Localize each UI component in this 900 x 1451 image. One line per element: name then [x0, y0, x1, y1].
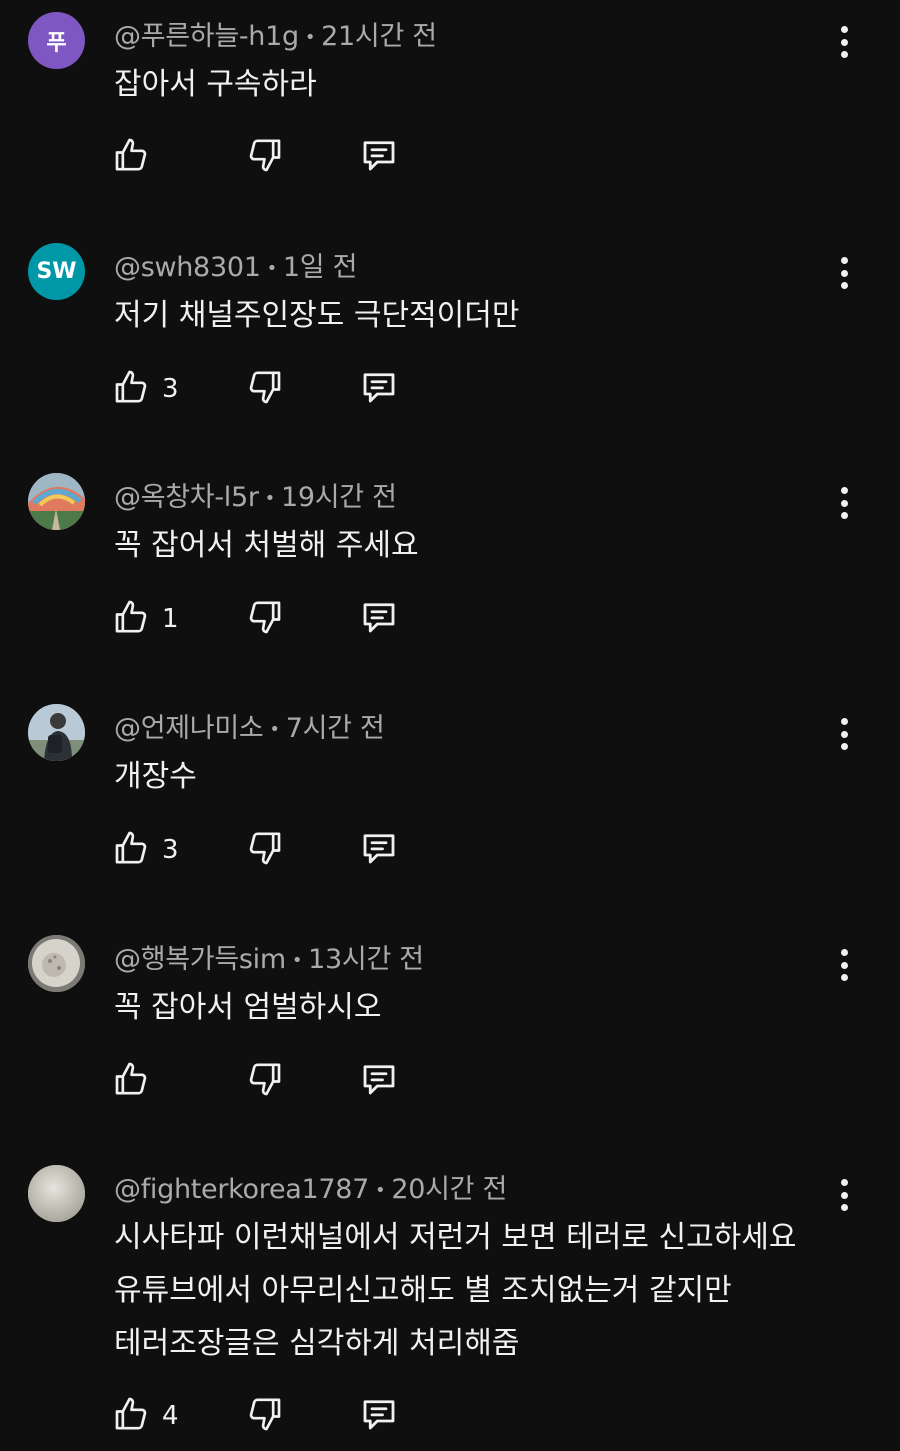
comment-line: 유튜브에서 아무리신고해도 별 조치없는거 같지만 — [114, 1273, 732, 1308]
thumbs-up-icon — [112, 135, 152, 179]
comment-text: 시사타파 이런채널에서 저런거 보면 테러로 신고하세요유튜브에서 아무리신고해… — [114, 1211, 796, 1370]
separator-dot: • — [375, 1180, 386, 1201]
avatar-letter: 푸 — [46, 30, 67, 56]
author-handle[interactable]: @swh8301 — [114, 252, 261, 283]
comment-text: 꼭 잡어서 처벌해 주세요 — [114, 519, 419, 572]
thumbs-down-icon — [244, 1059, 284, 1103]
comment-text: 잡아서 구속하라 — [114, 58, 317, 111]
avatar[interactable]: 푸 — [28, 12, 85, 69]
avatar[interactable] — [28, 473, 85, 530]
comment-line: 저기 채널주인장도 극단적이더만 — [114, 298, 520, 333]
dislike-button[interactable] — [244, 596, 284, 642]
comment-time: 13시간 전 — [308, 944, 424, 975]
like-count: 1 — [162, 604, 179, 634]
more-vert-icon[interactable] — [828, 1175, 860, 1215]
more-vert-icon[interactable] — [828, 714, 860, 754]
comment-text: 개장수 — [114, 750, 197, 803]
author-handle[interactable]: @fighterkorea1787 — [114, 1174, 369, 1205]
reply-icon — [358, 134, 400, 180]
more-vert-icon[interactable] — [828, 22, 860, 62]
reply-button[interactable] — [358, 366, 400, 412]
more-vert-icon[interactable] — [828, 483, 860, 523]
thumbs-up-icon — [112, 1059, 152, 1103]
dislike-button[interactable] — [244, 134, 284, 180]
comment-time: 19시간 전 — [280, 482, 397, 513]
dislike-button[interactable] — [244, 366, 284, 412]
thumbs-up-icon — [112, 828, 152, 872]
separator-dot: • — [269, 719, 280, 740]
avatar[interactable] — [28, 1165, 85, 1222]
comment-meta: @푸른하늘-h1g • 21시간 전 — [114, 14, 437, 53]
comment-meta: @fighterkorea1787 • 20시간 전 — [114, 1167, 507, 1206]
thumbs-up-icon — [112, 1394, 152, 1438]
like-button[interactable] — [112, 1058, 162, 1104]
author-handle[interactable]: @언제나미소 — [114, 713, 264, 744]
more-vert-icon[interactable] — [828, 945, 860, 985]
like-count: 3 — [162, 835, 179, 865]
like-button[interactable]: 3 — [112, 827, 179, 873]
reply-icon — [358, 596, 400, 642]
reply-icon — [358, 366, 400, 412]
comment-line: 꼭 잡아서 엄벌하시오 — [114, 990, 382, 1025]
comment-time: 7시간 전 — [285, 713, 385, 744]
like-count: 4 — [162, 1401, 179, 1431]
author-handle[interactable]: @푸른하늘-h1g — [114, 21, 299, 52]
comment-line: 잡아서 구속하라 — [114, 67, 317, 102]
avatar[interactable] — [28, 935, 85, 992]
reply-button[interactable] — [358, 827, 400, 873]
avatar[interactable]: SW — [28, 243, 85, 300]
thumbs-up-icon — [112, 597, 152, 641]
dislike-button[interactable] — [244, 1393, 284, 1439]
like-button[interactable]: 3 — [112, 366, 179, 412]
dislike-button[interactable] — [244, 1058, 284, 1104]
thumbs-up-icon — [112, 367, 152, 411]
like-button[interactable]: 1 — [112, 596, 179, 642]
comment-line: 꼭 잡어서 처벌해 주세요 — [114, 528, 419, 563]
reply-icon — [358, 1393, 400, 1439]
author-handle[interactable]: @행복가득sim — [114, 944, 286, 975]
author-handle[interactable]: @옥창차-l5r — [114, 482, 259, 513]
comment-meta: @옥창차-l5r • 19시간 전 — [114, 475, 397, 514]
separator-dot: • — [264, 488, 276, 509]
more-vert-icon[interactable] — [828, 253, 860, 293]
thumbs-down-icon — [244, 135, 284, 179]
reply-button[interactable] — [358, 596, 400, 642]
comment-time: 1일 전 — [282, 252, 358, 283]
thumbs-down-icon — [244, 597, 284, 641]
reply-button[interactable] — [358, 1393, 400, 1439]
comment-text: 저기 채널주인장도 극단적이더만 — [114, 289, 519, 342]
like-button[interactable] — [112, 134, 162, 180]
comment-line: 개장수 — [114, 759, 197, 794]
comment-line: 테러조장글은 심각하게 처리해줌 — [114, 1326, 520, 1361]
reply-button[interactable] — [358, 1058, 400, 1104]
comment-line: 시사타파 이런채널에서 저런거 보면 테러로 신고하세요 — [114, 1220, 797, 1255]
comment-meta: @언제나미소 • 7시간 전 — [114, 706, 385, 745]
separator-dot: • — [291, 950, 303, 971]
comment-time: 20시간 전 — [391, 1174, 508, 1205]
reply-icon — [358, 1058, 400, 1104]
like-count: 3 — [162, 374, 179, 404]
avatar-letter: SW — [36, 259, 77, 284]
avatar[interactable] — [28, 704, 85, 761]
comment-meta: @swh8301 • 1일 전 — [114, 245, 357, 284]
thumbs-down-icon — [244, 828, 284, 872]
reply-icon — [358, 827, 400, 873]
reply-button[interactable] — [358, 134, 400, 180]
like-button[interactable]: 4 — [112, 1393, 179, 1439]
dislike-button[interactable] — [244, 827, 284, 873]
separator-dot: • — [304, 27, 316, 48]
comment-meta: @행복가득sim • 13시간 전 — [114, 937, 424, 976]
separator-dot: • — [266, 258, 278, 279]
comment-text: 꼭 잡아서 엄벌하시오 — [114, 981, 381, 1034]
comment-time: 21시간 전 — [321, 21, 437, 52]
thumbs-down-icon — [244, 1394, 284, 1438]
thumbs-down-icon — [244, 367, 284, 411]
